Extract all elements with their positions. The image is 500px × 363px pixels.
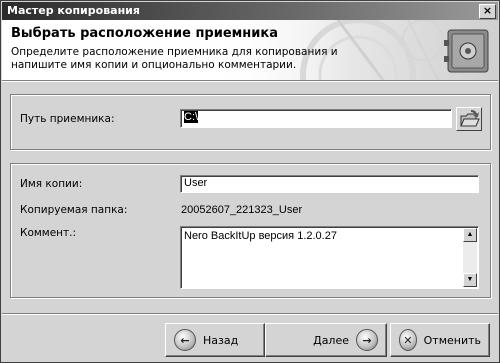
cancel-button-label: Отменить <box>423 333 481 347</box>
cancel-button[interactable]: ✕ Отменить <box>390 323 490 357</box>
copy-name-label: Имя копии: <box>20 178 83 190</box>
wizard-header: Выбрать расположение приемника Определит… <box>2 20 498 80</box>
browse-folder-button[interactable] <box>456 107 482 131</box>
comment-textarea[interactable]: Nero BackItUp версия 1.2.0.27 ▲ ▼ <box>180 226 479 289</box>
folder-browse-icon <box>460 110 480 127</box>
arrow-left-icon: ← <box>174 329 196 351</box>
safe-icon <box>444 29 489 73</box>
wizard-window: Мастер копирования × Выбрать расположени… <box>0 0 500 363</box>
cancel-circle-icon: ✕ <box>399 329 417 351</box>
footer-divider-highlight <box>2 314 498 315</box>
close-icon: × <box>482 4 493 17</box>
header-title: Выбрать расположение приемника <box>11 26 278 41</box>
back-button-label: Назад <box>203 333 239 347</box>
title-bar: Мастер копирования × <box>2 2 498 20</box>
window-title: Мастер копирования <box>7 4 140 17</box>
close-button[interactable]: × <box>479 4 496 19</box>
comment-text: Nero BackItUp версия 1.2.0.27 <box>184 230 337 242</box>
scroll-down-icon[interactable]: ▼ <box>463 273 477 287</box>
comment-label: Коммент.: <box>20 227 77 239</box>
back-button[interactable]: ← Назад <box>165 323 265 357</box>
destination-path-input[interactable]: C:\ <box>180 109 452 128</box>
header-description: Определите расположение приемника для ко… <box>11 46 338 71</box>
scroll-up-icon[interactable]: ▲ <box>463 228 477 242</box>
copied-folder-value: 20052607_221323_User <box>181 204 303 216</box>
arrow-right-icon: → <box>356 329 378 351</box>
next-button-label: Далее <box>313 333 349 347</box>
copy-name-input[interactable]: User <box>180 175 479 193</box>
destination-label: Путь приемника: <box>20 113 115 125</box>
copied-folder-label: Копируемая папка: <box>20 204 128 216</box>
destination-path-value: C:\ <box>184 111 199 123</box>
header-divider-highlight <box>2 81 498 82</box>
comment-scrollbar[interactable]: ▲ ▼ <box>463 228 477 287</box>
next-button[interactable]: Далее → <box>265 323 387 357</box>
